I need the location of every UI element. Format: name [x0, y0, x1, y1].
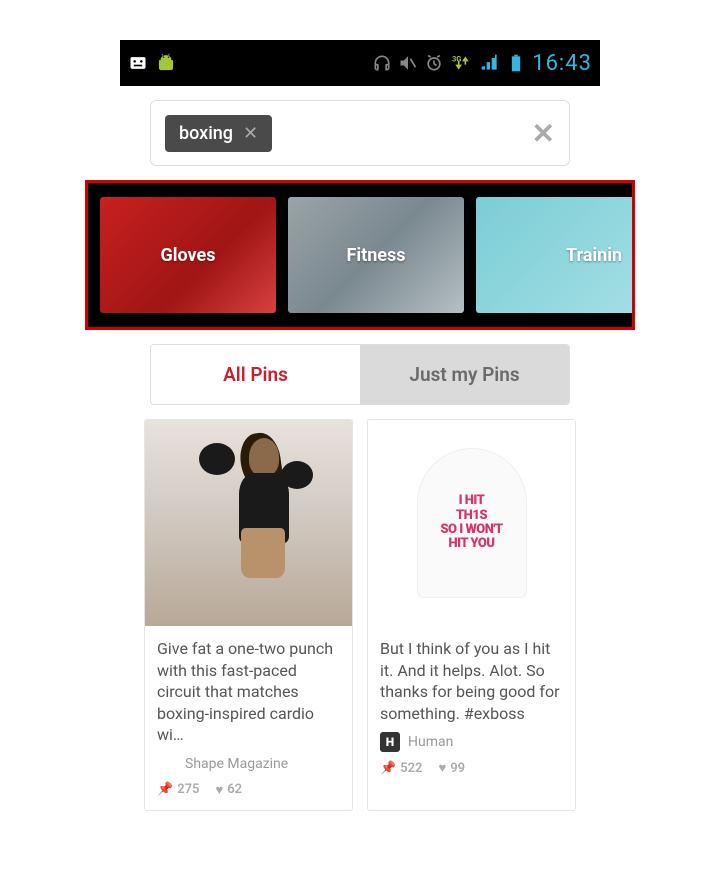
data-icon: 3G — [450, 53, 474, 73]
like-count: ♥ 62 — [215, 782, 242, 798]
heart-icon: ♥ — [215, 782, 223, 798]
pin-icon: 📌 — [157, 782, 173, 797]
heart-icon: ♥ — [438, 760, 446, 776]
source-avatar — [157, 754, 177, 774]
tab-all-pins[interactable]: All Pins — [151, 345, 360, 404]
android-icon — [156, 53, 176, 73]
like-count: ♥ 99 — [438, 760, 465, 776]
signal-icon — [480, 53, 500, 73]
category-carousel[interactable]: Gloves Fitness Trainin — [88, 183, 632, 327]
category-highlight: Gloves Fitness Trainin — [85, 180, 635, 330]
source-name: Shape Magazine — [185, 756, 288, 772]
status-bar: 3G 16:43 — [120, 40, 600, 86]
like-count-value: 62 — [227, 782, 242, 797]
mute-icon — [398, 53, 418, 73]
pin-image — [145, 420, 352, 626]
like-count-value: 99 — [450, 761, 465, 776]
status-right-icons: 3G 16:43 — [372, 51, 592, 76]
pins-grid: Give fat a one-two punch with this fast-… — [144, 419, 576, 811]
pin-count: 📌 522 — [380, 761, 422, 776]
notification-icon — [128, 53, 148, 73]
category-label: Trainin — [566, 245, 622, 266]
headphones-icon — [372, 53, 392, 73]
category-label: Gloves — [160, 245, 215, 266]
search-clear-icon[interactable]: ✕ — [532, 117, 555, 150]
source-avatar: H — [380, 732, 400, 752]
category-gloves[interactable]: Gloves — [100, 197, 276, 313]
tank-top-illustration: I HIT TH1S SO I WON'T HIT YOU — [417, 448, 527, 598]
search-bar[interactable]: boxing ✕ ✕ — [150, 100, 570, 166]
pin-count-value: 522 — [400, 761, 422, 776]
category-fitness[interactable]: Fitness — [288, 197, 464, 313]
pin-image: I HIT TH1S SO I WON'T HIT YOU — [368, 420, 575, 626]
tank-slogan: I HIT TH1S SO I WON'T HIT YOU — [440, 494, 502, 551]
pin-stats: 📌 522 ♥ 99 — [368, 760, 575, 788]
status-time: 16:43 — [532, 51, 592, 76]
search-chip: boxing ✕ — [165, 115, 272, 152]
battery-icon — [506, 53, 526, 73]
chip-remove-icon[interactable]: ✕ — [243, 123, 258, 144]
category-training[interactable]: Trainin — [476, 197, 632, 313]
pin-tabs: All Pins Just my Pins — [150, 344, 570, 405]
boxer-illustration — [189, 433, 309, 613]
search-chip-label: boxing — [179, 123, 233, 144]
category-label: Fitness — [346, 245, 405, 266]
status-left-icons — [128, 53, 176, 73]
pin-count-value: 275 — [177, 782, 199, 797]
pin-description: Give fat a one-two punch with this fast-… — [145, 626, 352, 754]
pin-description: But I think of you as I hit it. And it h… — [368, 626, 575, 732]
pin-source: Shape Magazine — [145, 754, 352, 782]
tab-my-pins[interactable]: Just my Pins — [360, 345, 569, 404]
pin-card[interactable]: Give fat a one-two punch with this fast-… — [144, 419, 353, 811]
pin-icon: 📌 — [380, 761, 396, 776]
alarm-icon — [424, 53, 444, 73]
source-name: Human — [408, 734, 453, 750]
pin-stats: 📌 275 ♥ 62 — [145, 782, 352, 810]
phone-frame: 3G 16:43 boxing ✕ ✕ Gloves Fitness — [120, 40, 600, 811]
pin-count: 📌 275 — [157, 782, 199, 797]
pin-card[interactable]: I HIT TH1S SO I WON'T HIT YOU But I thin… — [367, 419, 576, 811]
svg-text:3G: 3G — [452, 54, 461, 63]
pin-source: H Human — [368, 732, 575, 760]
